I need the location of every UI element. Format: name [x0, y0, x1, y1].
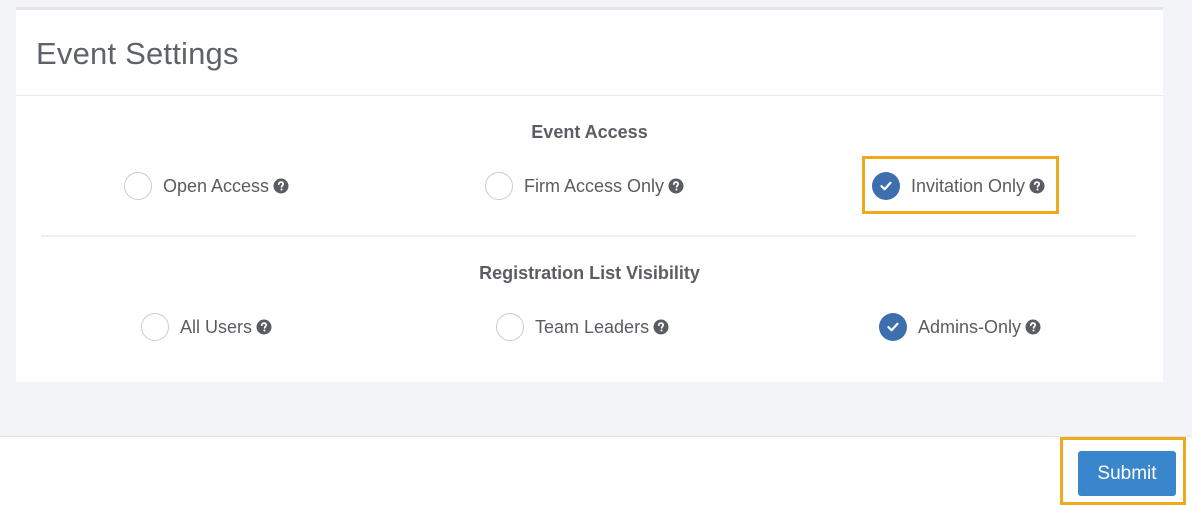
help-icon[interactable] [653, 319, 669, 335]
admins-only-label: Admins-Only [918, 316, 1022, 337]
event-settings-card: Event Settings Event Access Open Access … [16, 10, 1163, 382]
admins-only-radio[interactable] [879, 313, 907, 341]
event-access-title: Event Access [531, 122, 648, 142]
open-access-label: Open Access [163, 175, 270, 196]
card-title: Event Settings [36, 36, 239, 71]
firm-access-only-radio[interactable] [485, 172, 513, 200]
option-admins-only[interactable]: Admins-Only [879, 312, 1041, 342]
check-icon [887, 322, 899, 332]
team-leaders-radio[interactable] [496, 313, 524, 341]
submit-button[interactable]: Submit [1078, 451, 1176, 496]
team-leaders-label: Team Leaders [535, 316, 650, 337]
help-icon[interactable] [668, 178, 684, 194]
invitation-only-highlight [862, 156, 1059, 214]
open-access-radio[interactable] [124, 172, 152, 200]
help-icon[interactable] [273, 178, 289, 194]
option-all-users[interactable]: All Users [141, 312, 272, 342]
card-header: Event Settings [16, 10, 1163, 96]
registration-visibility-title: Registration List Visibility [479, 263, 700, 283]
option-open-access[interactable]: Open Access [124, 171, 289, 201]
option-firm-access-only[interactable]: Firm Access Only [485, 171, 684, 201]
page: Event Settings Event Access Open Access … [0, 0, 1192, 505]
all-users-label: All Users [180, 316, 253, 337]
help-icon[interactable] [1025, 319, 1041, 335]
firm-access-only-label: Firm Access Only [524, 175, 665, 196]
section-divider [41, 235, 1136, 237]
option-team-leaders[interactable]: Team Leaders [496, 312, 669, 342]
help-icon[interactable] [256, 319, 272, 335]
all-users-radio[interactable] [141, 313, 169, 341]
form-footer [0, 436, 1192, 505]
